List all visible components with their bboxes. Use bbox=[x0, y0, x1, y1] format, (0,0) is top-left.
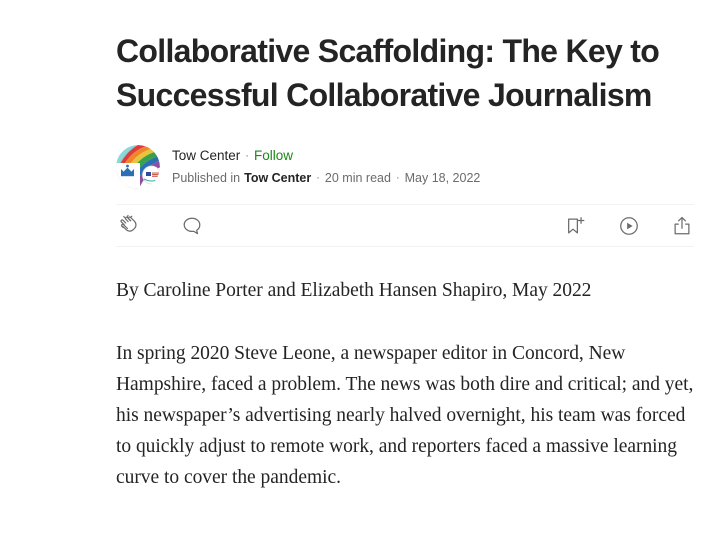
byline-text: Tow Center · Follow Published in Tow Cen… bbox=[172, 146, 480, 189]
article-body: By Caroline Porter and Elizabeth Hansen … bbox=[116, 275, 694, 493]
clap-button[interactable] bbox=[116, 214, 140, 238]
meta-separator-2: · bbox=[395, 171, 400, 184]
byline-author-row: Tow Center · Follow bbox=[172, 146, 480, 167]
comment-icon bbox=[183, 217, 201, 234]
article-action-bar bbox=[116, 204, 694, 247]
byline-separator: · bbox=[245, 149, 249, 162]
bookmark-button[interactable] bbox=[564, 214, 588, 238]
publish-date: May 18, 2022 bbox=[404, 170, 481, 185]
body-paragraph-byline: By Caroline Porter and Elizabeth Hansen … bbox=[116, 280, 592, 301]
tow-center-logo-avatar bbox=[116, 145, 160, 189]
meta-separator-1: · bbox=[316, 171, 320, 184]
author-name[interactable]: Tow Center bbox=[172, 146, 240, 165]
listen-button[interactable] bbox=[617, 214, 641, 238]
share-button[interactable] bbox=[670, 214, 694, 238]
byline-meta-row: Published in Tow Center · 20 min read · … bbox=[172, 169, 480, 189]
body-paragraph-1: In spring 2020 Steve Leone, a newspaper … bbox=[116, 343, 694, 488]
article-container: Collaborative Scaffolding: The Key to Su… bbox=[116, 0, 694, 493]
clap-icon bbox=[120, 214, 137, 232]
follow-button[interactable]: Follow bbox=[254, 146, 293, 165]
avatar[interactable] bbox=[116, 145, 160, 189]
share-icon bbox=[674, 216, 690, 234]
action-group-right bbox=[564, 214, 694, 238]
bookmark-plus-icon bbox=[568, 216, 585, 233]
action-group-left bbox=[116, 214, 204, 238]
publication-name[interactable]: Tow Center bbox=[244, 169, 311, 188]
page-title: Collaborative Scaffolding: The Key to Su… bbox=[116, 33, 660, 113]
play-circle-icon bbox=[620, 216, 638, 235]
published-in-label: Published in bbox=[172, 170, 241, 185]
comment-button[interactable] bbox=[180, 214, 204, 238]
byline: Tow Center · Follow Published in Tow Cen… bbox=[116, 145, 694, 189]
read-time: 20 min read bbox=[324, 170, 391, 185]
